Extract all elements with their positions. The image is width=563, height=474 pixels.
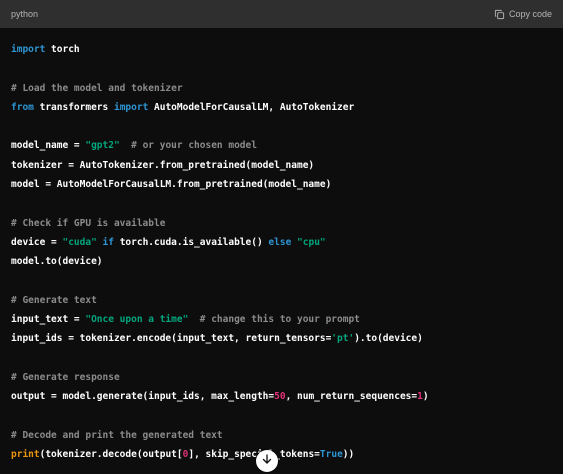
code-text: output = model.generate(input_ids, max_l…: [11, 391, 275, 403]
code-text: transformers: [33, 101, 114, 113]
code-text: torch.cuda.is_available(): [119, 236, 269, 248]
code-text: device =: [11, 236, 63, 248]
code-keyword: True: [319, 449, 343, 461]
code-line: # Load the model and tokenizer: [11, 79, 429, 98]
scroll-to-bottom-button[interactable]: [256, 450, 278, 472]
code-comment: # Decode and print the generated text: [11, 429, 223, 441]
code-keyword: from: [11, 101, 34, 113]
code-line: input_ids = tokenizer.encode(input_text,…: [11, 329, 429, 348]
code-line: # Check if GPU is available: [11, 214, 429, 233]
code-text: torch: [45, 44, 80, 55]
code-text: model.to(device): [11, 256, 103, 268]
code-string: "cuda": [62, 236, 97, 248]
code-text: ], skip_special_tokens=: [188, 449, 320, 461]
code-text: input_text =: [11, 314, 86, 326]
code-line: model_name = "gpt2" # or your chosen mod…: [11, 136, 429, 155]
code-text: input_ids = tokenizer.encode(input_text,…: [11, 333, 332, 345]
code-text: tokenizer = AutoTokenizer.from_pretraine…: [11, 159, 315, 171]
code-comment: # Load the model and tokenizer: [11, 82, 183, 94]
code-line: model.to(device): [11, 252, 429, 271]
code-line: device = "cuda" if torch.cuda.is_availab…: [11, 233, 429, 252]
copy-icon: [494, 9, 505, 20]
code-line: input_text = "Once upon a time" # change…: [11, 310, 429, 329]
code-builtin: print: [11, 449, 40, 461]
code-line: from transformers import AutoModelForCau…: [11, 98, 429, 117]
copy-code-button[interactable]: Copy code: [494, 7, 552, 21]
code-block-header: python Copy code: [0, 0, 563, 28]
code-keyword: if: [96, 236, 120, 248]
code-string: 'pt': [331, 333, 355, 345]
language-label: python: [11, 9, 39, 19]
code-comment: # Check if GPU is available: [11, 217, 166, 229]
code-comment: # change this to your prompt: [188, 314, 360, 326]
code-text: , num_return_sequences=: [285, 391, 418, 403]
code-line: model = AutoModelForCausalLM.from_pretra…: [11, 175, 429, 194]
code-comment: # or your chosen model: [119, 140, 257, 152]
code-content: import torch # Load the model and tokeniz…: [11, 40, 429, 465]
code-text: ): [422, 391, 429, 403]
code-keyword: else: [268, 236, 292, 248]
code-keyword: import: [113, 101, 149, 113]
code-text: model = AutoModelForCausalLM.from_pretra…: [11, 179, 332, 191]
code-string: "Once upon a time": [85, 314, 189, 326]
code-line: # Generate response: [11, 368, 429, 387]
code-keyword: import: [11, 44, 46, 55]
code-text: ).to(device): [354, 333, 423, 345]
copy-code-label: Copy code: [508, 9, 552, 19]
arrow-down-icon: [261, 452, 273, 470]
code-number: 50: [274, 391, 286, 403]
code-line: import torch: [11, 40, 429, 59]
code-string: "cpu": [297, 236, 326, 248]
code-text: )): [342, 449, 355, 461]
code-string: "gpt2": [85, 140, 120, 152]
code-line: tokenizer = AutoTokenizer.from_pretraine…: [11, 156, 429, 175]
code-line: # Decode and print the generated text: [11, 426, 429, 445]
code-comment: # Generate response: [11, 372, 120, 384]
code-text: model_name =: [11, 140, 86, 152]
code-line: # Generate text: [11, 291, 429, 310]
code-line: print(tokenizer.decode(output[0], skip_s…: [11, 445, 429, 464]
code-text: (tokenizer.decode(output[: [39, 449, 183, 461]
code-comment: # Generate text: [11, 294, 97, 306]
code-line: output = model.generate(input_ids, max_l…: [11, 387, 429, 406]
code-text: AutoModelForCausalLM, AutoTokenizer: [148, 101, 355, 113]
